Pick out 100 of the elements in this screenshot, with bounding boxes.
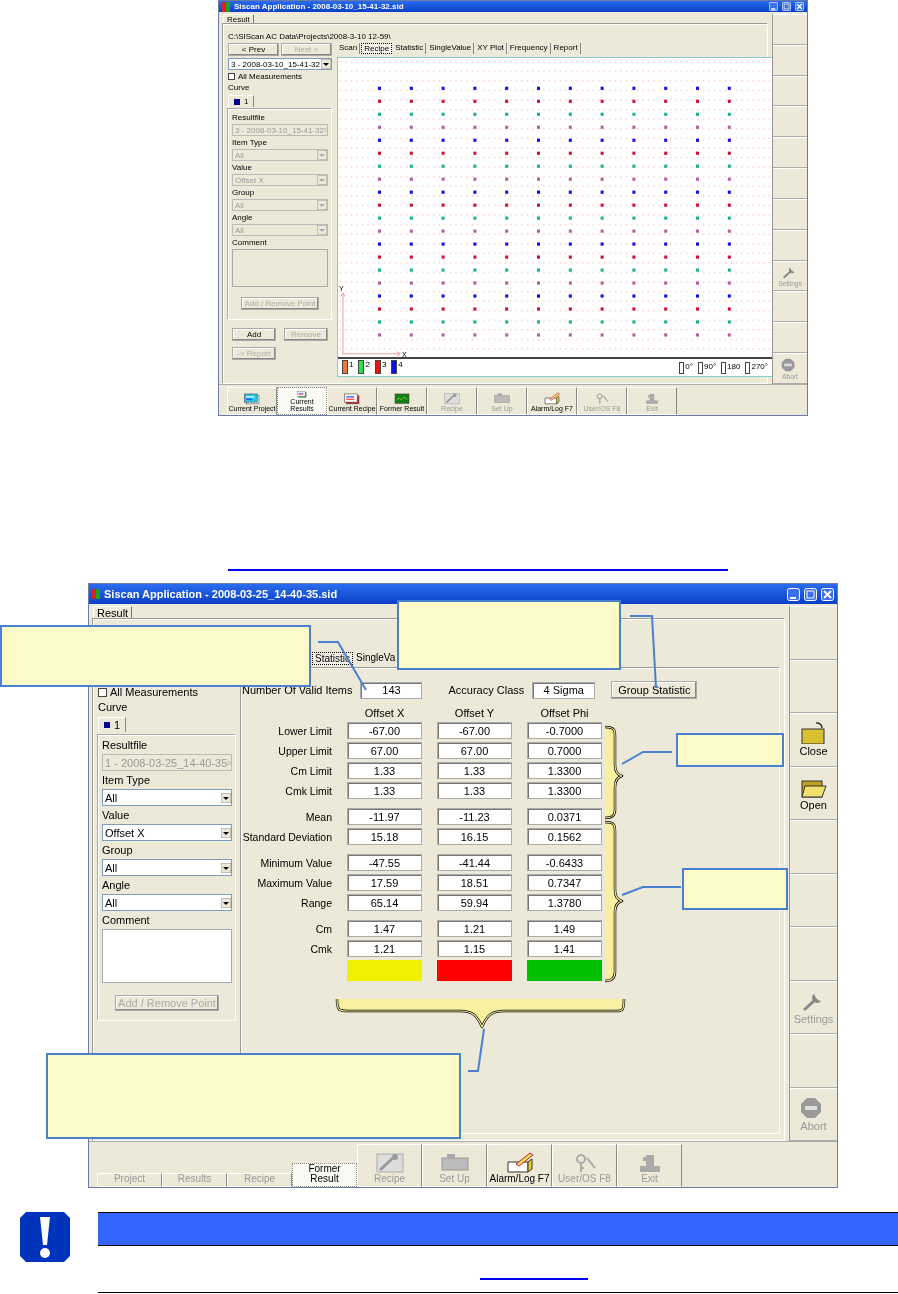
dropdown-field[interactable]: All: [102, 894, 232, 911]
view-tab[interactable]: Frequency: [507, 43, 551, 54]
caret-icon: [317, 225, 327, 235]
row-label: Mean: [305, 810, 332, 823]
legend-label: 1: [349, 360, 354, 369]
legend-label: 2: [365, 360, 370, 369]
value-field: -0.6433: [527, 854, 602, 871]
column-header: Offset Phi: [539, 707, 590, 719]
leader-line: [621, 751, 673, 765]
value-field: 1.3300: [527, 762, 602, 779]
section-label: Curve: [228, 83, 251, 92]
angle-label: 180: [727, 361, 741, 371]
app-icon: [222, 1, 230, 12]
row-label: Cm: [315, 922, 332, 935]
caret-icon: [221, 897, 231, 908]
field-label: Resultfile: [232, 113, 266, 122]
toolbar-button[interactable]: Former Result: [292, 1163, 357, 1187]
side-button[interactable]: [773, 198, 807, 230]
comment-field[interactable]: [102, 929, 232, 983]
open-button[interactable]: Open: [790, 766, 837, 820]
side-button[interactable]: [773, 322, 807, 354]
value-field: 1.3780: [527, 894, 602, 911]
side-button[interactable]: [773, 168, 807, 199]
view-tab[interactable]: Report: [551, 43, 581, 54]
window-title: Siscan Application - 2008-03-25_14-40-35.sid: [104, 588, 338, 600]
minimize-icon[interactable]: [769, 2, 778, 11]
checkbox[interactable]: [98, 687, 107, 697]
row-label: Cmk: [310, 942, 332, 955]
side-button[interactable]: [773, 229, 807, 261]
app-icon: [92, 589, 100, 599]
caret-icon: [221, 862, 231, 873]
value-field: 1.49: [527, 920, 602, 937]
view-tab[interactable]: Statistic: [393, 43, 427, 54]
caret-icon: [321, 59, 331, 69]
leader-line: [467, 1028, 485, 1072]
maximize-icon[interactable]: [782, 2, 791, 11]
field-label: Group: [102, 844, 134, 856]
value-field: -67.00: [347, 722, 422, 739]
side-button[interactable]: [773, 291, 807, 323]
angle-label: 0°: [685, 361, 693, 371]
value-field: -41.44: [437, 854, 512, 871]
value-field: -11.97: [347, 808, 422, 825]
field-label: Comment: [232, 238, 268, 247]
dropdown-field[interactable]: 3 - 2008-03-10_15-41-32: [228, 58, 332, 70]
side-button[interactable]: [790, 659, 837, 713]
nav-button[interactable]: < Prev: [228, 43, 279, 56]
value-field: -67.00: [437, 722, 512, 739]
side-button[interactable]: [773, 75, 807, 107]
close-icon[interactable]: [795, 2, 804, 11]
view-tab[interactable]: Recipe: [361, 43, 393, 54]
row-label: Upper Limit: [278, 744, 332, 757]
value-field: 17.59: [347, 874, 422, 891]
view-tab[interactable]: Scan: [337, 43, 361, 54]
side-button[interactable]: [773, 137, 807, 169]
dropdown-field[interactable]: All: [102, 859, 232, 876]
value-field: 15.18: [347, 828, 422, 845]
angle-label: 90°: [704, 361, 717, 371]
curve-tab[interactable]: 1: [228, 95, 255, 107]
field-label: Item Type: [232, 138, 268, 147]
maximize-icon[interactable]: [804, 587, 817, 601]
group-statistic-button[interactable]: Group Statistic: [611, 681, 698, 699]
square-icon: [234, 98, 240, 105]
checkbox[interactable]: [228, 73, 235, 80]
column-header: Offset X: [363, 707, 406, 719]
dropdown-field[interactable]: All: [102, 789, 232, 806]
view-tab[interactable]: XY Plot: [475, 43, 507, 54]
row-label: Minimum Value: [260, 856, 332, 869]
page-tab[interactable]: Result: [223, 14, 254, 24]
value-field: 59.94: [437, 894, 512, 911]
view-tab[interactable]: SingleValue: [427, 43, 475, 54]
wrench-grid-icon: [373, 1152, 406, 1174]
toolbar-button[interactable]: Alarm/Log F7: [487, 1144, 552, 1187]
row-label: Maximum Value: [257, 876, 332, 889]
field-label: Angle: [102, 879, 132, 891]
value-field: 1.41: [527, 940, 602, 957]
row-label: Standard Deviation: [242, 830, 332, 843]
field-label: Resultfile: [102, 739, 149, 751]
angle-marker: [721, 361, 727, 374]
side-button[interactable]: [773, 14, 807, 45]
side-button[interactable]: [790, 873, 837, 927]
row-label: Cm Limit: [290, 764, 332, 777]
close-button[interactable]: Close: [790, 713, 837, 767]
value-field: 0.7000: [527, 742, 602, 759]
dropdown-field[interactable]: Offset X: [102, 824, 232, 841]
legend-label: 3: [381, 360, 387, 369]
axis-label: Y: [339, 283, 344, 294]
value-field: 1.3300: [527, 782, 602, 799]
angle-label: 270°: [751, 361, 768, 371]
value-field: 1.33: [347, 762, 422, 779]
close-icon[interactable]: [821, 587, 834, 601]
comment-field[interactable]: [232, 249, 328, 287]
field-label: Value: [102, 809, 131, 821]
value-field: -47.55: [347, 854, 422, 871]
side-button[interactable]: [773, 106, 807, 138]
minimize-icon[interactable]: [787, 587, 800, 601]
action-button[interactable]: Add: [232, 328, 276, 341]
value-field: 1.21: [347, 940, 422, 957]
side-button[interactable]: [773, 44, 807, 76]
value-field: 1.47: [347, 920, 422, 937]
curve-tab[interactable]: 1: [98, 717, 127, 732]
